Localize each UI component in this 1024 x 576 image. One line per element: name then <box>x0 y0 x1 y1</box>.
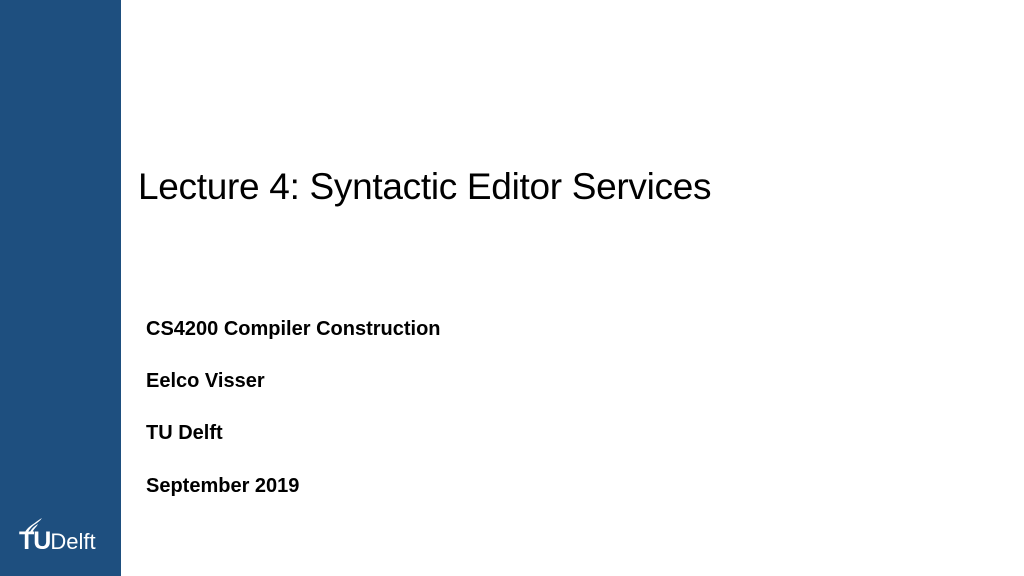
affiliation: TU Delft <box>146 422 223 444</box>
course-name: CS4200 Compiler Construction <box>146 318 441 340</box>
tu-delft-logo: TUDelft <box>18 517 110 557</box>
author-name: Eelco Visser <box>146 370 265 392</box>
sidebar-band: TUDelft <box>0 0 121 576</box>
logo-text-delft: Delft <box>50 529 96 554</box>
logo-text-tu: TU <box>19 527 51 555</box>
logo-wordmark: TUDelft <box>19 528 96 558</box>
slide-title: Lecture 4: Syntactic Editor Services <box>138 166 712 207</box>
slide: TUDelft Lecture 4: Syntactic Editor Serv… <box>0 0 1024 576</box>
lecture-date: September 2019 <box>146 475 300 497</box>
